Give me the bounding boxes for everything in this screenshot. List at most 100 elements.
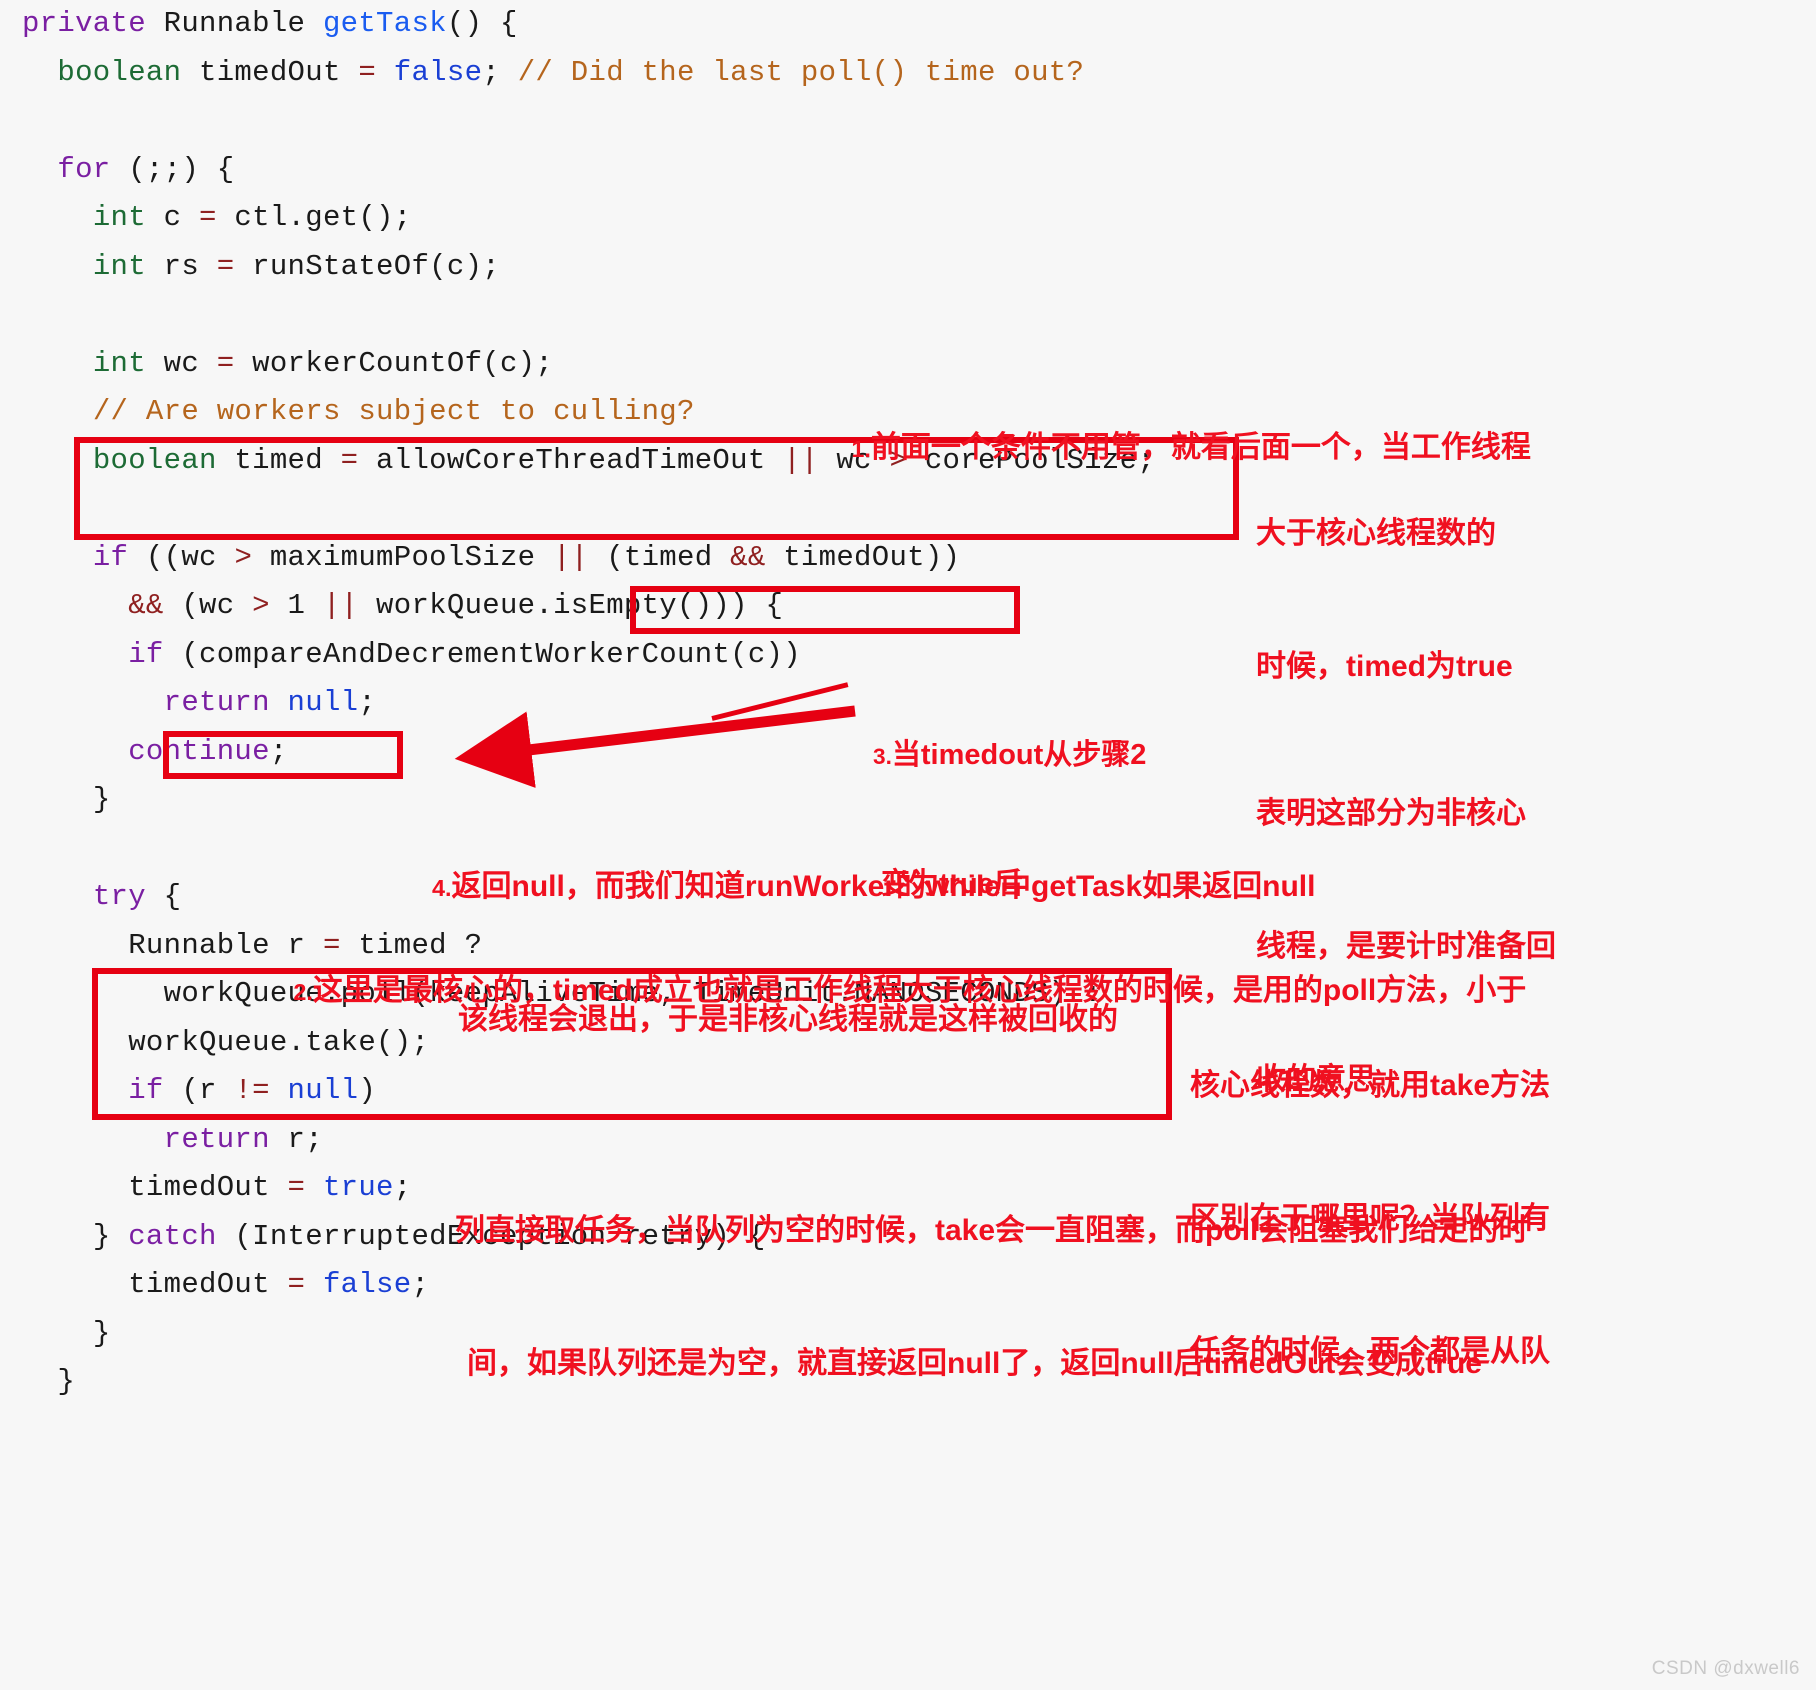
code-token: (wc: [163, 589, 253, 622]
code-token: (timed: [588, 540, 731, 574]
code-token: null: [287, 1074, 359, 1107]
code-token: &&: [730, 540, 766, 574]
code-token: &&: [128, 589, 164, 622]
code-line: try {: [0, 873, 1816, 922]
code-token: timedOut: [128, 1171, 288, 1204]
code-token: >: [234, 540, 253, 574]
code-token: if: [128, 1074, 164, 1107]
code-line: if (compareAndDecrementWorkerCount(c)): [0, 631, 1816, 680]
code-token: >: [889, 443, 908, 477]
code-token: ||: [322, 589, 359, 622]
code-line: }: [0, 1310, 1816, 1359]
code-token: ctl.get();: [216, 201, 412, 234]
code-token: true: [322, 1171, 394, 1204]
code-token: rs: [145, 249, 217, 283]
code-line: return r;: [0, 1116, 1816, 1165]
code-token: =: [216, 346, 235, 380]
code-token: return: [163, 686, 270, 719]
code-token: wc: [145, 346, 217, 380]
code-block: private Runnable getTask() { boolean tim…: [0, 0, 1816, 1690]
code-token: }: [92, 1316, 111, 1350]
code-token: continue: [128, 734, 270, 768]
code-token: catch: [128, 1219, 217, 1253]
code-line: for (;;) {: [0, 146, 1816, 195]
code-line: workQueue.take();: [0, 1019, 1816, 1068]
code-token: =: [287, 1268, 306, 1301]
code-token: }: [92, 783, 111, 816]
code-line: int wc = workerCountOf(c);: [0, 340, 1816, 389]
code-token: }: [92, 1219, 129, 1253]
code-token: return: [163, 1122, 270, 1156]
code-token: =: [340, 443, 359, 477]
code-token: if: [128, 637, 164, 671]
code-token: corePoolSize;: [907, 443, 1155, 477]
code-token: =: [287, 1171, 306, 1204]
code-token: ;: [393, 1171, 412, 1204]
code-line: continue;: [0, 728, 1816, 777]
code-token: timedOut: [181, 55, 359, 89]
code-line: int rs = runStateOf(c);: [0, 243, 1816, 292]
code-token: }: [57, 1365, 76, 1398]
code-line: workQueue.poll(keepAliveTime, TimeUnit.N…: [0, 970, 1816, 1019]
code-token: int: [92, 346, 146, 380]
code-token: !=: [234, 1074, 270, 1107]
code-token: try: [92, 880, 146, 913]
code-token: ): [358, 1074, 377, 1107]
code-token: r;: [269, 1122, 323, 1156]
code-line: return null;: [0, 679, 1816, 728]
code-token: =: [199, 201, 217, 234]
code-line: boolean timedOut = false; // Did the las…: [0, 49, 1816, 98]
code-token: null: [287, 686, 359, 719]
code-line: boolean timed = allowCoreThreadTimeOut |…: [0, 437, 1816, 486]
code-token: // Are workers subject to culling?: [92, 395, 695, 428]
code-token: c: [145, 201, 200, 234]
code-token: workerCountOf(c);: [234, 346, 554, 380]
code-line: timedOut = true;: [0, 1164, 1816, 1213]
code-token: ;: [482, 55, 518, 89]
code-token: (r: [163, 1074, 235, 1107]
code-token: (InterruptedException retry) {: [216, 1219, 766, 1253]
code-token: Runnable r: [128, 928, 323, 962]
code-token: wc: [818, 443, 890, 477]
code-token: (;;) {: [110, 152, 235, 186]
code-token: >: [252, 589, 270, 622]
code-token: ||: [783, 443, 819, 477]
code-token: ||: [553, 540, 589, 574]
code-token: 1: [269, 589, 323, 622]
code-line: int c = ctl.get();: [0, 194, 1816, 243]
code-token: int: [92, 201, 146, 234]
code-line: timedOut = false;: [0, 1261, 1816, 1310]
code-token: int: [92, 249, 146, 283]
code-token: timedOut)): [765, 540, 961, 574]
code-line: if ((wc > maximumPoolSize || (timed && t…: [0, 534, 1816, 583]
code-token: ?: [464, 928, 483, 962]
code-token: getTask: [322, 7, 447, 40]
code-token: false: [322, 1268, 412, 1301]
code-line: && (wc > 1 || workQueue.isEmpty())) {: [0, 582, 1816, 631]
code-token: =: [358, 55, 377, 89]
code-token: allowCoreThreadTimeOut: [358, 443, 784, 477]
code-token: workQueue.poll(keepAliveTime, TimeUnit.N…: [163, 977, 1102, 1010]
code-token: =: [216, 249, 235, 283]
code-token: private: [22, 7, 146, 40]
code-token: =: [322, 928, 341, 962]
code-line: } catch (InterruptedException retry) {: [0, 1213, 1816, 1262]
code-token: // Did the last poll() time out?: [517, 55, 1085, 89]
code-token: ;: [358, 686, 377, 719]
code-token: boolean: [57, 55, 182, 89]
code-token: Runnable: [163, 7, 306, 40]
code-token: false: [393, 55, 483, 89]
code-token: () {: [446, 7, 518, 40]
code-token: timed: [216, 443, 341, 477]
code-token: timed: [340, 928, 465, 962]
